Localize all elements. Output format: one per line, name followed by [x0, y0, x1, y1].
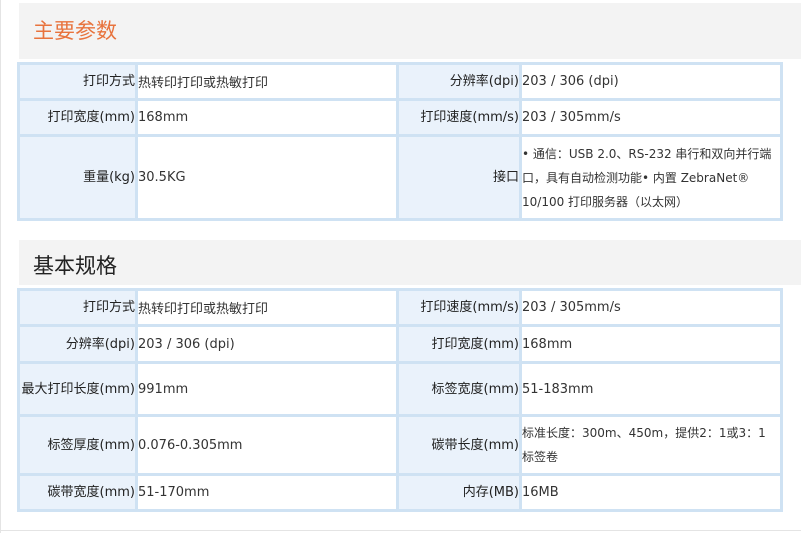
spec-label: 打印方式 — [20, 291, 135, 324]
spec-label: 打印速度(mm/s) — [399, 291, 519, 324]
spec-value: 热转印打印或热敏打印 — [138, 65, 396, 98]
spec-label: 打印宽度(mm) — [399, 327, 519, 361]
spec-label: 碳带宽度(mm) — [20, 476, 135, 509]
table-row: 最大打印长度(mm) 991mm 标签宽度(mm) 51-183mm — [20, 364, 780, 414]
section-title: 主要参数 — [33, 19, 117, 43]
spec-value: 991mm — [138, 364, 396, 414]
spec-value: • 通信：USB 2.0、RS-232 串行和双向并行端口，具有自动检测功能• … — [522, 137, 780, 218]
left-border — [0, 0, 1, 533]
spec-label: 接口 — [399, 137, 519, 218]
spec-value: 203 / 305mm/s — [522, 291, 780, 324]
spec-value: 标准长度：300m、450m，提供2：1或3：1标签卷 — [522, 417, 780, 473]
spec-value: 203 / 306 (dpi) — [522, 65, 780, 98]
spec-label: 打印方式 — [20, 65, 135, 98]
spec-value: 16MB — [522, 476, 780, 509]
spec-value: 30.5KG — [138, 137, 396, 218]
table-row: 打印方式 热转印打印或热敏打印 分辨率(dpi) 203 / 306 (dpi) — [20, 65, 780, 98]
spec-label: 标签厚度(mm) — [20, 417, 135, 473]
spec-label: 打印速度(mm/s) — [399, 101, 519, 134]
spec-label: 重量(kg) — [20, 137, 135, 218]
table-row: 分辨率(dpi) 203 / 306 (dpi) 打印宽度(mm) 168mm — [20, 327, 780, 361]
main-params-table: 打印方式 热转印打印或热敏打印 分辨率(dpi) 203 / 306 (dpi)… — [17, 62, 783, 221]
spec-label: 最大打印长度(mm) — [20, 364, 135, 414]
spec-value: 0.076-0.305mm — [138, 417, 396, 473]
section-header-basic-specs: 基本规格 — [19, 240, 801, 285]
bottom-border — [0, 530, 801, 531]
section-title: 基本规格 — [33, 254, 117, 278]
table-row: 打印方式 热转印打印或热敏打印 打印速度(mm/s) 203 / 305mm/s — [20, 291, 780, 324]
spec-value: 51-183mm — [522, 364, 780, 414]
spec-label: 内存(MB) — [399, 476, 519, 509]
spec-label: 分辨率(dpi) — [399, 65, 519, 98]
spec-value: 51-170mm — [138, 476, 396, 509]
spec-value: 203 / 305mm/s — [522, 101, 780, 134]
table-row: 打印宽度(mm) 168mm 打印速度(mm/s) 203 / 305mm/s — [20, 101, 780, 134]
spec-label: 标签宽度(mm) — [399, 364, 519, 414]
table-row: 碳带宽度(mm) 51-170mm 内存(MB) 16MB — [20, 476, 780, 509]
spec-label: 打印宽度(mm) — [20, 101, 135, 134]
spec-value: 203 / 306 (dpi) — [138, 327, 396, 361]
spec-value: 168mm — [138, 101, 396, 134]
section-header-main-params: 主要参数 — [19, 3, 801, 59]
basic-specs-table: 打印方式 热转印打印或热敏打印 打印速度(mm/s) 203 / 305mm/s… — [17, 288, 783, 512]
spec-label: 碳带长度(mm) — [399, 417, 519, 473]
spec-value: 热转印打印或热敏打印 — [138, 291, 396, 324]
table-row: 标签厚度(mm) 0.076-0.305mm 碳带长度(mm) 标准长度：300… — [20, 417, 780, 473]
spec-value: 168mm — [522, 327, 780, 361]
spec-label: 分辨率(dpi) — [20, 327, 135, 361]
table-row: 重量(kg) 30.5KG 接口 • 通信：USB 2.0、RS-232 串行和… — [20, 137, 780, 218]
